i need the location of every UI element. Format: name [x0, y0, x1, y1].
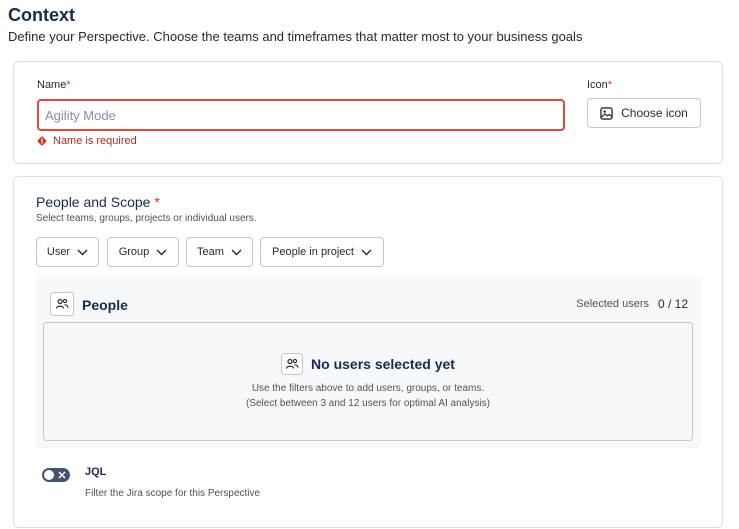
choose-icon-button[interactable]: Choose icon: [587, 98, 701, 128]
chevron-down-icon: [231, 249, 242, 256]
page-title: Context: [8, 5, 75, 25]
empty-state-help: Use the filters above to add users, grou…: [251, 383, 485, 394]
icon-label: Icon*: [587, 79, 613, 91]
empty-state: No users selected yet Use the filters ab…: [43, 322, 693, 441]
name-error: Name is required: [37, 135, 137, 147]
people-panel-title: People: [82, 297, 128, 313]
chevron-down-icon: [77, 249, 88, 256]
filter-label: Group: [118, 246, 150, 258]
people-icon: [50, 292, 74, 316]
filter-group-button[interactable]: Group: [107, 237, 179, 267]
filter-people-in-project-button[interactable]: People in project: [260, 237, 384, 267]
scope-card: People and Scope * Select teams, groups,…: [13, 176, 723, 528]
section-help: Select teams, groups, projects or indivi…: [36, 213, 257, 224]
filter-user-button[interactable]: User: [36, 237, 99, 267]
jql-toggle[interactable]: [42, 468, 70, 482]
section-title: People and Scope *: [36, 194, 160, 210]
filter-label: User: [46, 246, 71, 258]
page-subtitle: Define your Perspective. Choose the team…: [8, 29, 583, 44]
error-text: Name is required: [53, 135, 137, 147]
close-icon: [57, 469, 67, 481]
people-icon: [281, 353, 304, 375]
empty-state-hint: (Select between 3 and 12 users for optim…: [245, 398, 491, 409]
name-label: Name*: [37, 79, 71, 91]
name-card: Name* Name is required Icon* Choose icon: [13, 61, 723, 164]
error-diamond-icon: [37, 136, 47, 146]
chevron-down-icon: [361, 249, 372, 256]
filter-label: People in project: [272, 246, 354, 258]
filter-team-button[interactable]: Team: [186, 237, 253, 267]
required-marker: *: [607, 79, 613, 91]
selected-users-count: 0 / 12: [657, 297, 688, 311]
jql-label: JQL: [85, 466, 107, 478]
choose-icon-label: Choose icon: [621, 106, 688, 120]
empty-state-title: No users selected yet: [311, 356, 455, 372]
selected-users-label: Selected users: [576, 298, 649, 310]
people-panel: People Selected users 0 / 12 No users se…: [36, 277, 701, 448]
image-icon: [600, 106, 613, 120]
chevron-down-icon: [156, 249, 167, 256]
jql-help: Filter the Jira scope for this Perspecti…: [85, 488, 261, 499]
required-marker: *: [66, 79, 71, 91]
filter-label: Team: [197, 246, 224, 258]
name-input[interactable]: [37, 99, 565, 131]
toggle-knob: [44, 470, 54, 480]
required-marker: *: [154, 194, 160, 210]
